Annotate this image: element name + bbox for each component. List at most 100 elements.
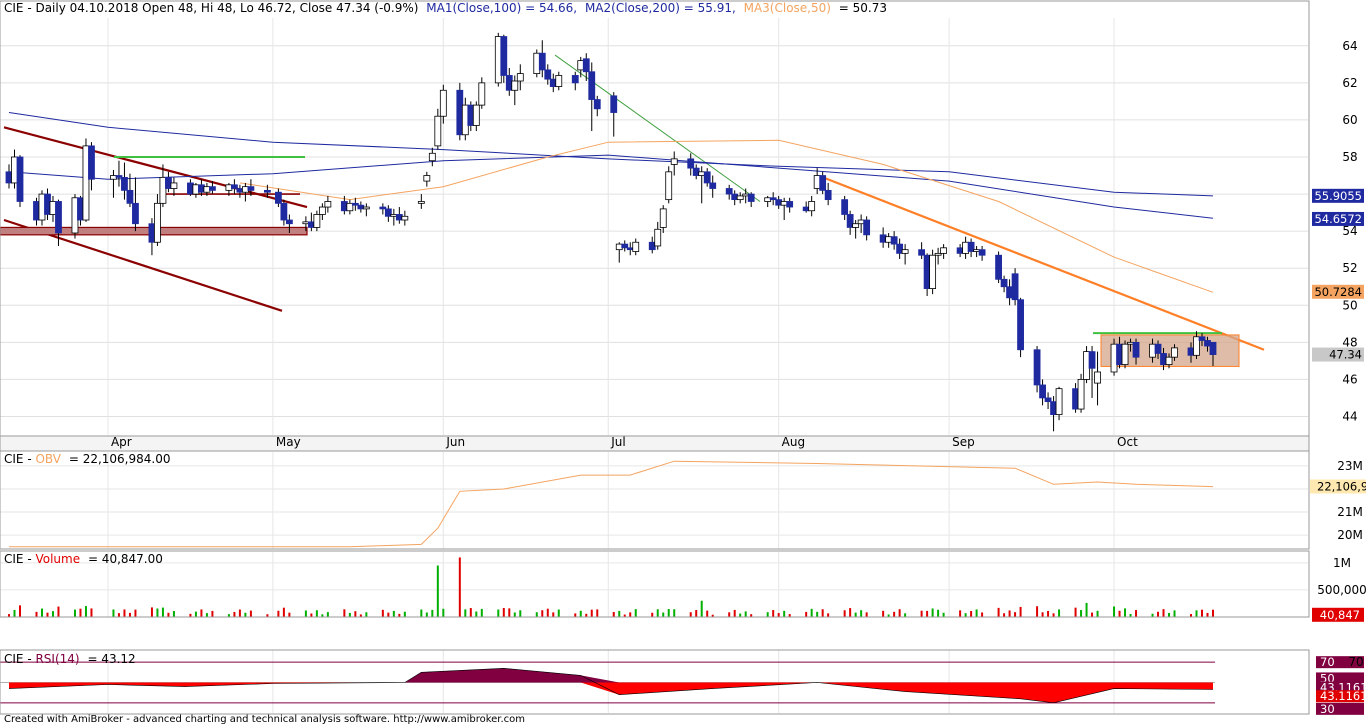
rsi-header-value: = 43.12 [87, 652, 135, 666]
candle [55, 201, 62, 234]
candle [16, 156, 24, 202]
candle [1044, 397, 1052, 403]
obv-header: CIE - OBV = 22,106,984.00 [4, 452, 171, 466]
candle [852, 223, 860, 228]
candle [665, 171, 673, 201]
candle [231, 184, 238, 189]
candle [824, 189, 832, 201]
candle [1171, 347, 1178, 358]
candle [544, 69, 552, 80]
candle [1033, 349, 1041, 386]
month-label: Oct [1117, 435, 1138, 449]
volume-tag: 40,847 [1320, 608, 1360, 622]
candle [313, 214, 321, 228]
volume-y-tick: 500,000 [1317, 583, 1366, 597]
ma2-label: MA2(Close,200) = 55.91, [585, 1, 736, 15]
candle [703, 171, 711, 184]
obv-header-symbol: CIE - [4, 452, 35, 466]
ma3-value: = 50.73 [839, 1, 887, 15]
candle [978, 249, 986, 256]
candle [1209, 341, 1217, 355]
candle [324, 201, 332, 208]
candle [434, 115, 442, 147]
candle [1077, 378, 1085, 410]
candle [1198, 336, 1206, 341]
obv-header-name: OBV [35, 452, 61, 466]
candle [593, 99, 601, 110]
candle [819, 175, 827, 191]
candle [654, 228, 662, 247]
candle [126, 189, 134, 204]
month-label: May [276, 435, 301, 449]
candle [890, 236, 898, 245]
candle [263, 189, 271, 193]
value-tag: 47.34 [1329, 348, 1362, 362]
price-y-tick: 54 [1342, 224, 1357, 238]
obv-y-tick: 20M [1337, 528, 1363, 542]
ma3-label: MA3(Close,50) [744, 1, 831, 15]
price-y-tick: 62 [1342, 76, 1357, 90]
price-y-tick: 60 [1342, 113, 1357, 127]
candle [472, 104, 480, 126]
candle [274, 191, 282, 204]
volume-y-tick: 1M [1333, 556, 1351, 570]
candle [538, 52, 546, 71]
candle [516, 73, 524, 82]
candle [995, 254, 1002, 280]
candle [1055, 388, 1063, 416]
candle [362, 206, 370, 210]
candle [500, 36, 508, 76]
candle [929, 254, 937, 289]
candle [209, 186, 216, 191]
month-label: Sep [952, 435, 975, 449]
candle [588, 71, 596, 100]
price-header: CIE - Daily 04.10.2018 Open 48, Hi 48, L… [4, 1, 887, 15]
candle [632, 241, 640, 252]
month-label: Aug [782, 435, 805, 449]
candle [285, 219, 293, 225]
candle [841, 199, 849, 215]
candle [1121, 343, 1129, 365]
candle [747, 193, 755, 202]
candle [582, 58, 590, 73]
candle [417, 201, 425, 204]
candle [659, 208, 667, 228]
candle [736, 195, 744, 201]
ma1-label: MA1(Close,100) = 54.66, [426, 1, 577, 15]
candle [610, 95, 618, 113]
footer-credit: Created with AmiBroker - advanced charti… [4, 714, 526, 725]
candle [1132, 341, 1140, 358]
candle [725, 188, 733, 195]
obv-tag: 22,106,98 [1317, 479, 1366, 493]
volume-header-value: = 40,847.00 [88, 552, 163, 566]
volume-header: CIE - Volume = 40,847.00 [4, 552, 163, 566]
candle [247, 186, 255, 191]
candle [918, 249, 926, 256]
rsi-header-name: RSI(14) [35, 652, 79, 666]
rsi-header-symbol: CIE - [4, 652, 35, 666]
candle [1154, 343, 1162, 354]
candle [1165, 356, 1173, 365]
candle [401, 215, 409, 221]
price-y-tick: 50 [1342, 298, 1357, 312]
rsi-y-tick: 70 [1348, 655, 1363, 669]
month-label: Apr [111, 435, 132, 449]
obv-y-tick: 21M [1337, 505, 1363, 519]
candle [709, 182, 717, 189]
candle [1017, 299, 1024, 351]
value-tag: 55.9055 [1314, 189, 1362, 203]
candle [687, 158, 695, 169]
candle [1000, 278, 1008, 288]
candle [1088, 351, 1096, 369]
price-y-tick: 64 [1342, 39, 1357, 53]
volume-header-symbol: CIE - [4, 552, 35, 566]
candle [170, 182, 178, 189]
price-y-tick: 44 [1342, 409, 1357, 423]
candle [154, 202, 161, 243]
obv-header-value: = 22,106,984.00 [69, 452, 171, 466]
rsi-tag: 30 [1320, 702, 1335, 716]
candle [428, 152, 436, 162]
candle [318, 206, 326, 215]
volume-header-name: Volume [35, 552, 80, 566]
candle [1011, 273, 1019, 301]
